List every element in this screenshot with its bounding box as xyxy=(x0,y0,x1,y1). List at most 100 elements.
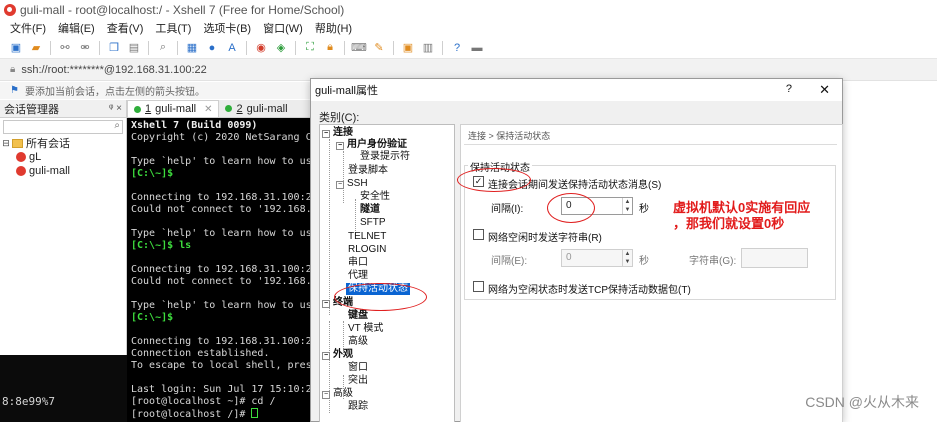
stepper-up-icon[interactable]: ▲ xyxy=(623,250,632,258)
tree-item-rlogin[interactable]: RLOGIN xyxy=(348,244,386,256)
collapse-icon[interactable]: − xyxy=(322,391,330,399)
tree-item-terminal-advanced[interactable]: 高级 xyxy=(348,336,368,348)
terminal-output[interactable]: Xshell 7 (Build 0099) Copyright (c) 2020 … xyxy=(127,118,310,422)
tree-item-serial[interactable]: 串口 xyxy=(348,257,368,269)
toolbar-divider xyxy=(442,40,443,55)
keyboard-icon[interactable]: ⌨ xyxy=(351,40,367,56)
annotation-ellipse-keepalive xyxy=(334,283,427,311)
menu-edit[interactable]: 编辑(E) xyxy=(58,20,95,36)
terminal-line: Type `help' to learn how to use xyxy=(131,228,310,239)
stepper-arrows[interactable]: ▲ ▼ xyxy=(622,250,632,266)
window-title: guli-mall - root@localhost:/ - Xshell 7 … xyxy=(20,3,345,17)
collapse-icon[interactable]: − xyxy=(336,142,344,150)
tree-item-user-auth[interactable]: − 用户身份验证 xyxy=(336,139,407,151)
session-properties-dialog: guli-mall属性 ? ✕ 类别(C): − 连接 − 用户身份验证 登录提示符… xyxy=(310,78,843,422)
properties-icon[interactable]: ▦ xyxy=(184,40,200,56)
menu-tabs[interactable]: 选项卡(B) xyxy=(203,20,251,36)
help-icon[interactable]: ? xyxy=(449,40,465,56)
tree-item-login-prompt[interactable]: 登录提示符 xyxy=(360,151,410,163)
find-icon[interactable]: ⌕ xyxy=(155,40,171,56)
tree-item-ssh[interactable]: − SSH xyxy=(336,178,368,190)
session-item-guli-mall[interactable]: guli-mall xyxy=(0,164,126,178)
terminal-line: Connecting to 192.168.31.100:22. xyxy=(131,192,310,203)
xshell-logo-icon xyxy=(4,4,16,16)
collapse-icon[interactable]: − xyxy=(336,181,344,189)
tree-item-login-script[interactable]: 登录脚本 xyxy=(348,165,388,177)
fullscreen-icon[interactable]: ⛶ xyxy=(302,40,318,56)
tree-item-keyboard[interactable]: 键盘 xyxy=(348,310,368,322)
collapse-icon[interactable]: − xyxy=(322,130,330,138)
close-tab-icon[interactable]: ✕ xyxy=(204,104,212,115)
tree-item-window[interactable]: 窗口 xyxy=(348,362,368,374)
tree-connector xyxy=(343,151,344,203)
chat-icon[interactable]: ▬ xyxy=(469,40,485,56)
terminal-line: Connecting to 192.168.31.100:22. xyxy=(131,336,310,347)
terminal-line: [C:\~]$ xyxy=(131,168,174,179)
tree-root[interactable]: ⊟ 所有会话 xyxy=(0,136,126,151)
interval2-value: 0 xyxy=(566,252,572,263)
collapse-icon[interactable]: ⊟ xyxy=(0,138,12,149)
session-item-gl[interactable]: gL xyxy=(0,150,126,164)
send-string-checkbox[interactable] xyxy=(473,229,484,240)
search-icon[interactable]: ⌕ xyxy=(114,120,120,131)
session-manager-controls[interactable]: ᵠ × xyxy=(109,103,122,114)
tree-item-trace[interactable]: 跟踪 xyxy=(348,401,368,413)
tree-root-label: 所有会话 xyxy=(26,138,70,150)
copy-icon[interactable]: ❐ xyxy=(106,40,122,56)
stepper-up-icon[interactable]: ▲ xyxy=(623,198,632,206)
session-icon xyxy=(16,166,26,176)
seconds2-label: 秒 xyxy=(639,256,649,267)
terminal-line: Could not connect to '192.168.31 xyxy=(131,276,310,287)
collapse-icon[interactable]: − xyxy=(322,352,330,360)
toolbar-divider xyxy=(344,40,345,55)
menu-view[interactable]: 查看(V) xyxy=(107,20,144,36)
help-button[interactable]: ? xyxy=(786,83,792,95)
stepper-down-icon[interactable]: ▼ xyxy=(623,258,632,266)
add-session-arrow-icon[interactable]: ⚑ xyxy=(10,85,19,96)
menu-window[interactable]: 窗口(W) xyxy=(263,20,303,36)
hint-bar: ⚑ 要添加当前会话，点击左侧的箭头按钮。 xyxy=(0,82,310,99)
breadcrumb: 连接 > 保持活动状态 xyxy=(468,131,551,141)
menu-file[interactable]: 文件(F) xyxy=(10,20,46,36)
highlight-icon[interactable]: ✎ xyxy=(371,40,387,56)
tab-guli-mall-1[interactable]: 1 guli-mall ✕ xyxy=(127,100,220,117)
stepper-arrows[interactable]: ▲ ▼ xyxy=(622,198,632,214)
globe-icon[interactable]: ● xyxy=(204,40,220,56)
close-button[interactable]: ✕ xyxy=(819,82,830,98)
tree-item-proxy[interactable]: 代理 xyxy=(348,270,368,282)
tree-item-appearance[interactable]: − 外观 xyxy=(322,349,353,361)
interval2-stepper[interactable]: 0 ▲ ▼ xyxy=(561,249,633,267)
script-icon[interactable]: ▣ xyxy=(400,40,416,56)
paste-icon[interactable]: ▤ xyxy=(126,40,142,56)
tree-item-advanced[interactable]: − 高级 xyxy=(322,388,353,400)
font-icon[interactable]: A xyxy=(224,40,240,56)
xshell-icon[interactable]: ◉ xyxy=(253,40,269,56)
tab-guli-mall-2[interactable]: 2 guli-mall xyxy=(219,100,293,117)
lock-icon[interactable]: 🔒︎ xyxy=(322,40,338,56)
tree-item-tunnel[interactable]: 隧道 xyxy=(360,204,380,216)
tree-item-vt-mode[interactable]: VT 模式 xyxy=(348,323,383,335)
connected-status-icon xyxy=(225,105,233,112)
tree-item-security[interactable]: 安全性 xyxy=(360,191,390,203)
terminal-line: Connection established. xyxy=(131,348,270,359)
tcp-keepalive-checkbox[interactable] xyxy=(473,281,484,292)
menu-tools[interactable]: 工具(T) xyxy=(155,20,191,36)
menu-help[interactable]: 帮助(H) xyxy=(315,20,352,36)
layout-icon[interactable]: ▥ xyxy=(420,40,436,56)
stepper-down-icon[interactable]: ▼ xyxy=(623,206,632,214)
terminal-line: Could not connect to '192.168.31 xyxy=(131,204,310,215)
tree-item-connection[interactable]: − 连接 xyxy=(322,127,353,139)
tree-item-sftp[interactable]: SFTP xyxy=(360,217,386,229)
session-search-input[interactable]: ⌕ xyxy=(3,120,123,134)
tree-item-highlight[interactable]: 突出 xyxy=(348,375,368,387)
disconnect-icon[interactable]: ⚮ xyxy=(77,40,93,56)
reconnect-icon[interactable]: ⚯ xyxy=(57,40,73,56)
string-input[interactable] xyxy=(741,248,808,268)
xftp-icon[interactable]: ◈ xyxy=(273,40,289,56)
watermark: CSDN @火从木来 xyxy=(805,394,919,410)
new-session-icon[interactable]: ▣ xyxy=(8,40,24,56)
open-folder-icon[interactable]: ▰ xyxy=(28,40,44,56)
tree-item-telnet[interactable]: TELNET xyxy=(348,231,386,243)
collapse-icon[interactable]: − xyxy=(322,300,330,308)
